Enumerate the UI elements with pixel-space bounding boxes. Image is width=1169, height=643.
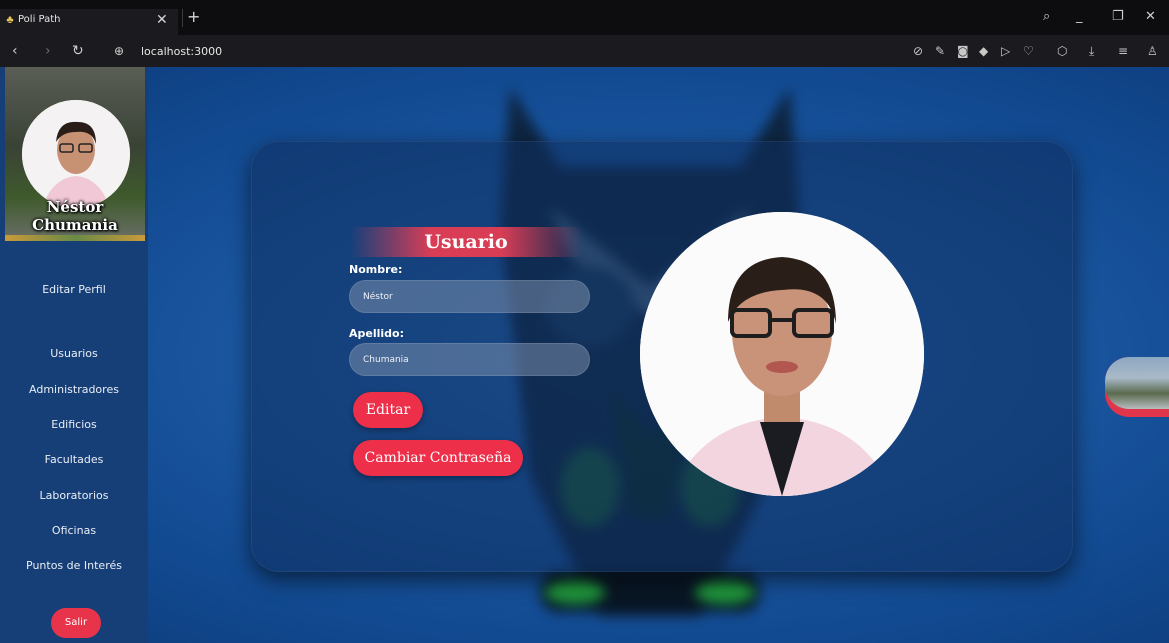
menu-icon[interactable]: ≡ xyxy=(1118,44,1128,58)
edit-icon[interactable]: ✎ xyxy=(935,44,945,58)
nombre-label: Nombre: xyxy=(349,263,403,276)
profile-name: Néstor Chumania xyxy=(32,198,118,234)
reload-icon[interactable]: ↻ xyxy=(72,43,84,59)
campus-thumbnail xyxy=(1105,357,1169,409)
sidebar-item-usuarios[interactable]: Usuarios xyxy=(0,347,148,360)
sidebar-item-editar-perfil[interactable]: Editar Perfil xyxy=(0,283,148,296)
close-tab-icon[interactable]: ✕ xyxy=(156,12,168,28)
browser-tab-bar: ♣ Poli Path ✕ + ⌕ _ ❐ ✕ xyxy=(0,0,1169,35)
search-icon[interactable]: ⌕ xyxy=(1043,9,1050,24)
user-photo-icon xyxy=(640,212,924,496)
avatar[interactable] xyxy=(22,100,130,208)
url-field[interactable]: localhost:3000 xyxy=(141,45,222,58)
forward-icon[interactable]: › xyxy=(45,43,51,59)
page-title: Usuario xyxy=(350,227,582,257)
logout-button[interactable]: Salir xyxy=(51,608,101,638)
screenshot-icon[interactable]: ◙ xyxy=(957,44,969,58)
sidebar-item-administradores[interactable]: Administradores xyxy=(0,383,148,396)
profile-photo xyxy=(640,212,924,496)
nombre-field[interactable]: Néstor xyxy=(349,280,590,313)
favicon-icon: ♣ xyxy=(6,14,14,26)
site-info-icon[interactable]: ⊕ xyxy=(114,44,124,58)
download-icon[interactable]: ⤓ xyxy=(1089,44,1094,59)
map-preview-widget[interactable] xyxy=(1105,357,1169,417)
sidebar-item-laboratorios[interactable]: Laboratorios xyxy=(0,489,148,502)
shield-icon[interactable]: ◆ xyxy=(979,44,988,58)
sidebar-item-oficinas[interactable]: Oficinas xyxy=(0,524,148,537)
sidebar-item-facultades[interactable]: Facultades xyxy=(0,453,148,466)
tab-title: Poli Path xyxy=(18,14,61,25)
sidebar-item-puntos-de-interes[interactable]: Puntos de Interés xyxy=(0,559,148,572)
minimize-icon[interactable]: _ xyxy=(1076,9,1083,24)
new-tab-button[interactable]: + xyxy=(182,9,200,27)
profile-icon[interactable]: ♙ xyxy=(1147,44,1158,58)
page-content: Néstor Chumania Editar Perfil Usuarios A… xyxy=(0,67,1169,643)
banner-stripe xyxy=(5,235,145,241)
address-bar: ‹ › ↻ ⊕ localhost:3000 ⊘ ✎ ◙ ◆ ▷ ♡ ⬡ ⤓ ≡… xyxy=(0,35,1169,67)
sidebar-item-edificios[interactable]: Edificios xyxy=(0,418,148,431)
zoom-icon[interactable]: ⊘ xyxy=(913,44,923,58)
close-window-icon[interactable]: ✕ xyxy=(1145,9,1156,24)
apellido-field[interactable]: Chumania xyxy=(349,343,590,376)
browser-tab[interactable]: ♣ Poli Path ✕ xyxy=(0,9,178,35)
heart-icon[interactable]: ♡ xyxy=(1023,44,1034,58)
send-icon[interactable]: ▷ xyxy=(1001,44,1010,58)
cube-icon[interactable]: ⬡ xyxy=(1057,44,1067,58)
sidebar: Néstor Chumania Editar Perfil Usuarios A… xyxy=(0,67,148,643)
edit-button[interactable]: Editar xyxy=(353,392,423,428)
apellido-label: Apellido: xyxy=(349,327,404,340)
restore-icon[interactable]: ❐ xyxy=(1112,9,1124,24)
change-password-button[interactable]: Cambiar Contraseña xyxy=(353,440,523,476)
back-icon[interactable]: ‹ xyxy=(12,43,18,59)
user-photo-icon xyxy=(22,100,130,208)
